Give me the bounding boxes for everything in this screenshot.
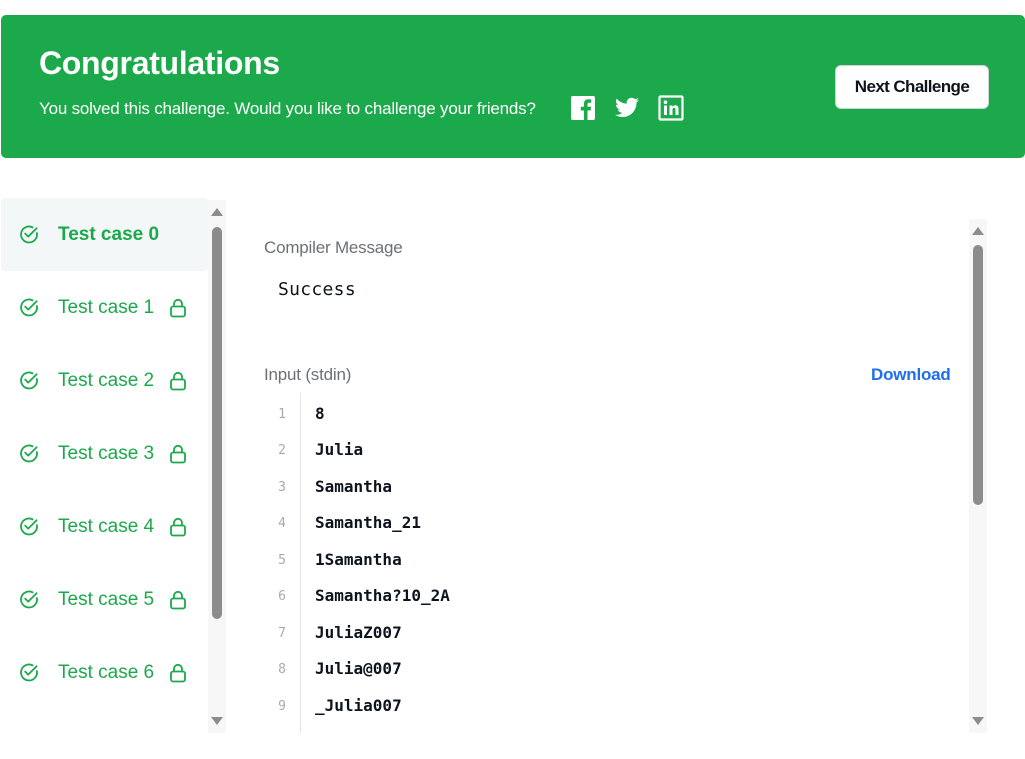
test-case-label: Test case 3 xyxy=(58,443,155,464)
test-case-label: Test case 6 xyxy=(58,662,155,683)
lock-icon xyxy=(170,517,186,537)
line-text: _Julia007 xyxy=(315,696,402,715)
test-case-item-0[interactable]: Test case 0 xyxy=(1,198,208,271)
details-scrollbar[interactable] xyxy=(969,219,987,733)
code-line: 1 8 xyxy=(264,399,964,435)
line-number: 8 xyxy=(278,662,286,677)
check-circle-icon xyxy=(20,663,38,682)
test-case-item-6[interactable]: Test case 6 xyxy=(1,636,208,709)
line-text: 1Samantha xyxy=(315,550,402,569)
code-line: 6 Samantha?10_2A xyxy=(264,581,964,617)
line-number: 9 xyxy=(278,699,286,714)
scroll-up-arrow-icon[interactable] xyxy=(211,208,223,216)
line-number: 1 xyxy=(278,407,286,422)
test-case-label: Test case 2 xyxy=(58,370,155,391)
test-case-label: Test case 1 xyxy=(58,297,155,318)
code-line: 5 1Samantha xyxy=(264,545,964,581)
check-circle-icon xyxy=(20,590,38,609)
check-circle-icon xyxy=(20,298,38,317)
line-text: Samantha xyxy=(315,477,393,496)
line-text: Julia xyxy=(315,440,364,459)
lock-icon xyxy=(170,298,186,318)
compiler-message-label: Compiler Message xyxy=(264,238,403,257)
lock-icon xyxy=(170,444,186,464)
line-number: 5 xyxy=(278,553,286,568)
code-line: 8 Julia@007 xyxy=(264,654,964,690)
scroll-down-arrow-icon[interactable] xyxy=(972,717,984,725)
code-line: 7 JuliaZ007 xyxy=(264,618,964,654)
scroll-down-arrow-icon[interactable] xyxy=(211,717,223,725)
line-number: 4 xyxy=(278,516,286,531)
line-number: 6 xyxy=(278,589,286,604)
lock-icon xyxy=(170,371,186,391)
line-text: 8 xyxy=(315,404,325,423)
success-banner: Congratulations You solved this challeng… xyxy=(1,15,1025,158)
compiler-message: Success xyxy=(278,279,356,300)
line-number: 7 xyxy=(278,626,286,641)
check-circle-icon xyxy=(20,225,38,244)
line-text: Samantha_21 xyxy=(315,513,421,532)
lock-icon xyxy=(170,590,186,610)
line-text: Julia@007 xyxy=(315,659,402,678)
banner-title: Congratulations xyxy=(39,45,280,81)
download-link[interactable]: Download xyxy=(871,365,951,385)
scrollbar-thumb[interactable] xyxy=(973,245,983,505)
input-code-block: 1 8 2 Julia 3 Samantha 4 Samantha_21 5 1… xyxy=(264,393,964,733)
line-number: 3 xyxy=(278,480,286,495)
check-circle-icon xyxy=(20,444,38,463)
scrollbar-thumb[interactable] xyxy=(212,227,222,619)
test-case-item-3[interactable]: Test case 3 xyxy=(1,417,208,490)
test-case-label: Test case 5 xyxy=(58,589,155,610)
test-case-scrollbar[interactable] xyxy=(208,200,226,733)
test-case-label: Test case 0 xyxy=(58,224,160,245)
check-circle-icon xyxy=(20,517,38,536)
code-line: 3 Samantha xyxy=(264,472,964,508)
code-line: 4 Samantha_21 xyxy=(264,508,964,544)
banner-subtitle: You solved this challenge. Would you lik… xyxy=(39,99,536,118)
test-case-label: Test case 4 xyxy=(58,516,155,537)
test-case-item-2[interactable]: Test case 2 xyxy=(1,344,208,417)
scroll-up-arrow-icon[interactable] xyxy=(972,227,984,235)
facebook-icon[interactable] xyxy=(570,95,596,121)
next-challenge-button[interactable]: Next Challenge xyxy=(835,65,989,109)
twitter-icon[interactable] xyxy=(614,95,640,121)
lock-icon xyxy=(170,663,186,683)
line-number: 2 xyxy=(278,443,286,458)
linkedin-icon[interactable] xyxy=(658,95,684,121)
test-case-item-4[interactable]: Test case 4 xyxy=(1,490,208,563)
test-case-item-5[interactable]: Test case 5 xyxy=(1,563,208,636)
input-label: Input (stdin) xyxy=(264,365,352,384)
test-case-item-1[interactable]: Test case 1 xyxy=(1,271,208,344)
code-line: 2 Julia xyxy=(264,435,964,471)
code-line: 9 _Julia007 xyxy=(264,691,964,727)
line-text: JuliaZ007 xyxy=(315,623,402,642)
line-text: Samantha?10_2A xyxy=(315,586,450,605)
test-case-list: Test case 0 Test case 1 Test case 2 Test… xyxy=(1,198,208,733)
check-circle-icon xyxy=(20,371,38,390)
